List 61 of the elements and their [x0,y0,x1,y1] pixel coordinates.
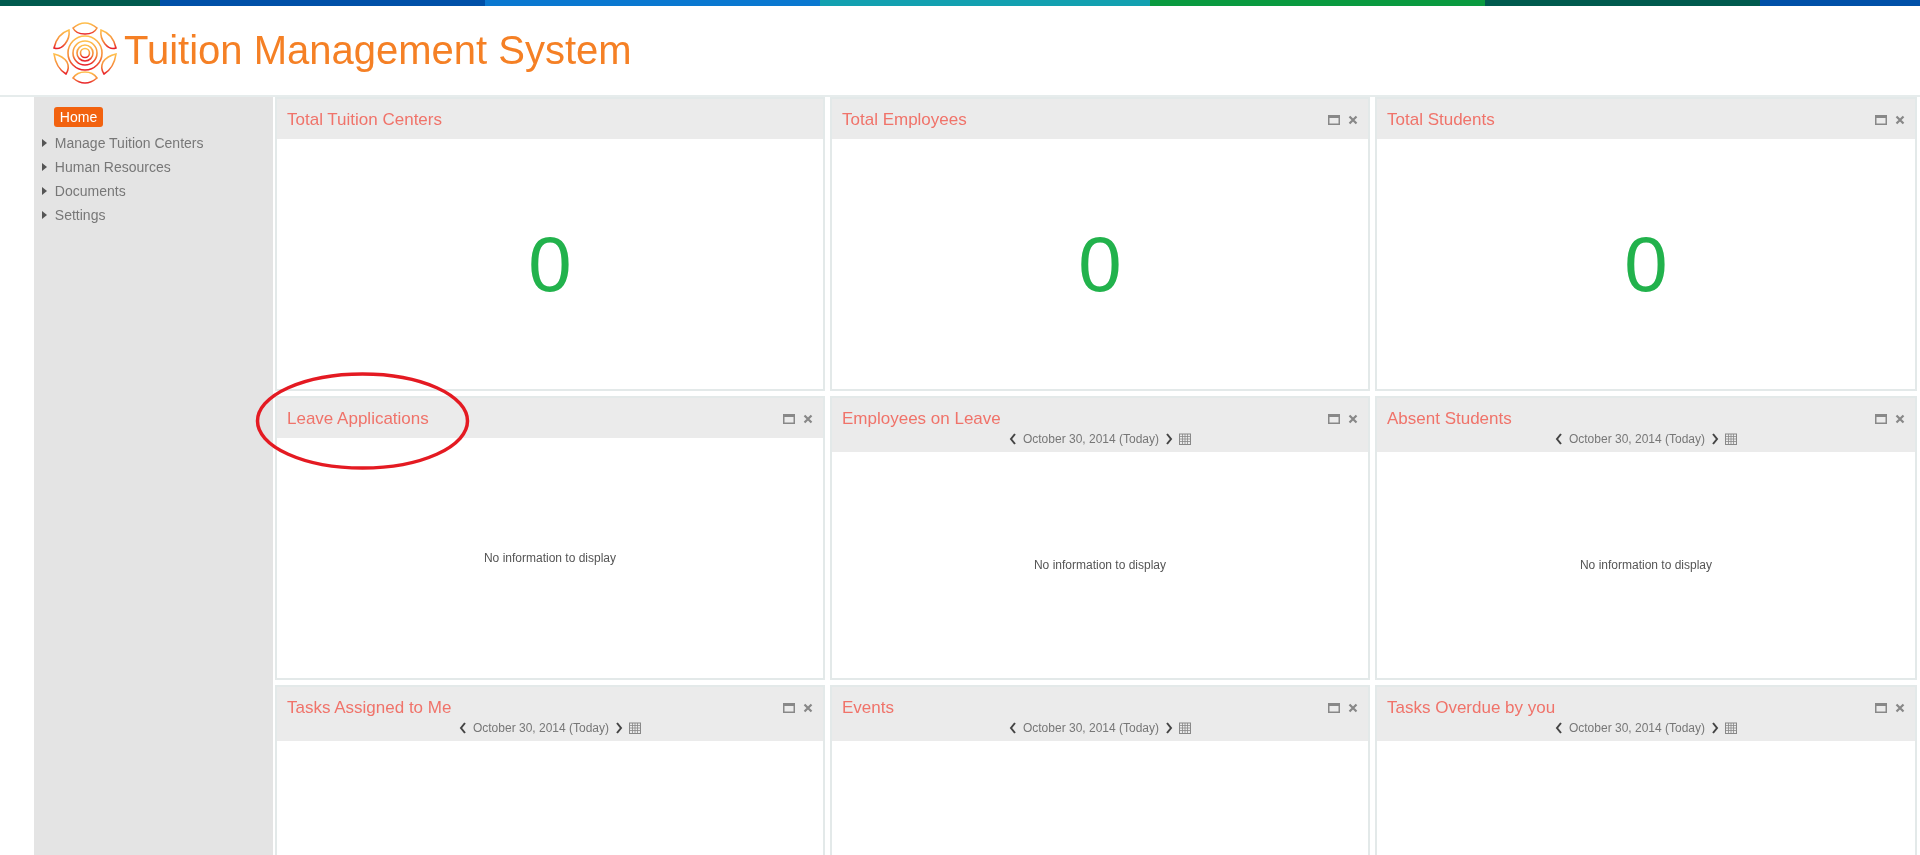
close-icon[interactable] [1895,115,1905,125]
empty-message: No information to display [1033,558,1167,572]
widget-title: Total Tuition Centers [287,110,442,130]
maximize-icon[interactable] [1875,414,1887,424]
calendar-icon[interactable] [1179,433,1192,445]
maximize-icon[interactable] [1328,115,1340,125]
calendar-icon[interactable] [1179,722,1192,734]
date-label: October 30, 2014 (Today) [1568,721,1706,735]
previous-icon[interactable] [1008,722,1017,734]
app-title: Tuition Management System [124,28,632,73]
sidebar-item[interactable]: Documents [54,183,126,199]
empty-message: No information to display [1579,558,1713,572]
next-icon[interactable] [1165,722,1174,734]
next-icon[interactable] [615,722,624,734]
date-label: October 30, 2014 (Today) [1568,432,1706,446]
expand-arrow-icon[interactable] [41,139,47,147]
close-icon[interactable] [1895,414,1905,424]
expand-arrow-icon[interactable] [41,163,47,171]
date-label: October 30, 2014 (Today) [472,721,610,735]
previous-icon[interactable] [1554,433,1563,445]
widget-title: Absent Students [1387,409,1512,429]
empty-message: No information to display [483,551,617,565]
date-label: October 30, 2014 (Today) [1022,432,1160,446]
next-icon[interactable] [1711,433,1720,445]
close-icon[interactable] [803,414,813,424]
close-icon[interactable] [1348,703,1358,713]
widget-title: Events [842,698,894,718]
widget-title: Tasks Overdue by you [1387,698,1556,718]
sidebar-item[interactable]: Manage Tuition Centers [54,135,204,151]
expand-arrow-icon[interactable] [41,211,47,219]
widget-title: Employees on Leave [842,409,1001,429]
maximize-icon[interactable] [1328,703,1340,713]
close-icon[interactable] [1348,414,1358,424]
close-icon[interactable] [1895,703,1905,713]
calendar-icon[interactable] [629,722,642,734]
previous-icon[interactable] [1008,433,1017,445]
maximize-icon[interactable] [783,414,795,424]
widget-title: Total Employees [842,110,967,130]
date-label: October 30, 2014 (Today) [1022,721,1160,735]
widget-title: Total Students [1387,110,1495,130]
widget-title: Tasks Assigned to Me [287,698,452,718]
next-icon[interactable] [1711,722,1720,734]
maximize-icon[interactable] [1328,414,1340,424]
widget-title: Leave Applications [287,409,429,429]
sidebar-item[interactable]: Human Resources [54,159,171,175]
count-value: 0 [528,218,572,310]
count-value: 0 [1078,218,1122,310]
calendar-icon[interactable] [1725,722,1738,734]
previous-icon[interactable] [458,722,467,734]
maximize-icon[interactable] [1875,115,1887,125]
sidebar-item[interactable]: Settings [54,207,106,223]
count-value: 0 [1624,218,1668,310]
previous-icon[interactable] [1554,722,1563,734]
sidebar-item[interactable]: Home [53,107,104,127]
expand-arrow-icon[interactable] [41,187,47,195]
close-icon[interactable] [803,703,813,713]
calendar-icon[interactable] [1725,433,1738,445]
maximize-icon[interactable] [1875,703,1887,713]
next-icon[interactable] [1165,433,1174,445]
maximize-icon[interactable] [783,703,795,713]
close-icon[interactable] [1348,115,1358,125]
